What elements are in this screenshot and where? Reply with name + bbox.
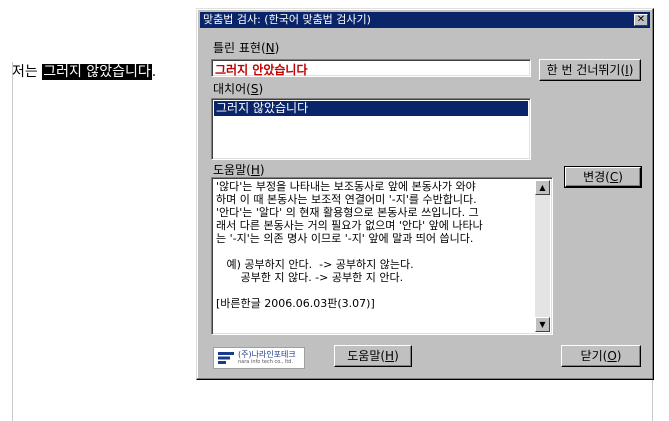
help-button-end: ) bbox=[394, 349, 399, 363]
document-text-prefix: 저는 bbox=[12, 64, 43, 80]
help-button-key: H bbox=[385, 349, 395, 363]
help-line: 하며 이 때 본동사는 보조적 연결어미 '-지'를 수반합니다. bbox=[216, 193, 477, 206]
change-label: 변경( bbox=[583, 170, 610, 184]
help-line: 는 '-지'는 의존 명사 이므로 '-지' 앞에 말과 띄어 씁니다. bbox=[216, 232, 474, 245]
help-button-label: 도움말( bbox=[347, 349, 386, 363]
skip-once-button[interactable]: 한 번 건너뛰기(I) bbox=[539, 59, 641, 81]
close-button-label: 닫기( bbox=[580, 349, 608, 363]
spellcheck-dialog: 맞춤법 검사: (한국어 맞춤법 검사기) ✕ 틀린 표현(N) 그러지 안았습… bbox=[196, 8, 654, 380]
wrong-label-text: 틀린 표현 bbox=[213, 41, 261, 55]
help-label: 도움말(H) bbox=[213, 163, 265, 177]
suggestion-label: 대치어(S) bbox=[213, 82, 264, 96]
help-text-box[interactable]: '않다'는 부정을 나타내는 보조동사로 앞에 본동사가 와야 하며 이 때 본동… bbox=[211, 177, 553, 335]
help-line bbox=[216, 245, 534, 258]
company-logo: (주)나라인포테크 nara info tech co., ltd. bbox=[213, 347, 305, 369]
close-button-end: ) bbox=[616, 349, 622, 363]
list-item[interactable]: 그러지 않았습니다 bbox=[214, 101, 528, 116]
scroll-up-icon[interactable]: ▲ bbox=[535, 180, 550, 195]
suggestion-list[interactable]: 그러지 않았습니다 bbox=[211, 98, 531, 160]
change-button[interactable]: 변경(C) bbox=[564, 166, 642, 188]
help-line: [바른한글 2006.06.03판(3.07)] bbox=[216, 297, 375, 310]
help-label-key: H bbox=[250, 163, 260, 177]
skip-once-end: ) bbox=[628, 63, 634, 77]
logo-subtitle: nara info tech co., ltd. bbox=[238, 359, 294, 365]
document-selected-text[interactable]: 그러지 않았습니다 bbox=[42, 64, 152, 80]
document-margin-left bbox=[12, 62, 13, 421]
close-button-key: O bbox=[607, 349, 617, 363]
help-line: '안다'는 '알다' 의 현재 활용형으로 본동사로 쓰입니다. 그 bbox=[216, 206, 479, 219]
help-line: '않다'는 부정을 나타내는 보조동사로 앞에 본동사가 와야 bbox=[216, 180, 476, 193]
help-line: 공부한 지 않다. -> 공부한 지 안다. bbox=[216, 271, 404, 284]
suggestion-label-key: S bbox=[250, 82, 259, 96]
wrong-expression-label: 틀린 표현(N) bbox=[213, 41, 280, 55]
logo-icon bbox=[218, 352, 234, 364]
help-button[interactable]: 도움말(H) bbox=[334, 345, 412, 367]
help-scrollbar[interactable]: ▲ ▼ bbox=[535, 180, 550, 332]
close-icon[interactable]: ✕ bbox=[634, 14, 648, 26]
help-line: 래서 다른 본동사는 거의 필요가 없으며 '안다' 앞에 나타나 bbox=[216, 219, 483, 232]
wrong-expression-value: 그러지 안았습니다 bbox=[215, 63, 308, 77]
document-text-suffix: . bbox=[151, 64, 157, 80]
document-text[interactable]: 저는 그러지 않았습니다. bbox=[12, 62, 156, 82]
wrong-expression-field[interactable]: 그러지 안았습니다 bbox=[211, 59, 531, 77]
dialog-title: 맞춤법 검사: (한국어 맞춤법 검사기) bbox=[203, 13, 371, 26]
dialog-titlebar[interactable]: 맞춤법 검사: (한국어 맞춤법 검사기) ✕ bbox=[200, 12, 650, 28]
wrong-label-key: N bbox=[265, 41, 275, 55]
change-key: C bbox=[609, 170, 619, 184]
suggestion-label-text: 대치어 bbox=[213, 82, 247, 96]
close-button[interactable]: 닫기(O) bbox=[561, 345, 641, 367]
help-line bbox=[216, 284, 534, 297]
change-end: ) bbox=[618, 170, 623, 184]
skip-once-label: 한 번 건너뛰기( bbox=[546, 63, 626, 77]
help-label-text: 도움말 bbox=[213, 163, 247, 177]
document-margin-right bbox=[652, 380, 653, 421]
help-text: '않다'는 부정을 나타내는 보조동사로 앞에 본동사가 와야 하며 이 때 본동… bbox=[216, 180, 534, 310]
help-line: 예) 공부하지 안다. -> 공부하지 않는다. bbox=[216, 258, 414, 271]
scroll-down-icon[interactable]: ▼ bbox=[535, 317, 550, 332]
